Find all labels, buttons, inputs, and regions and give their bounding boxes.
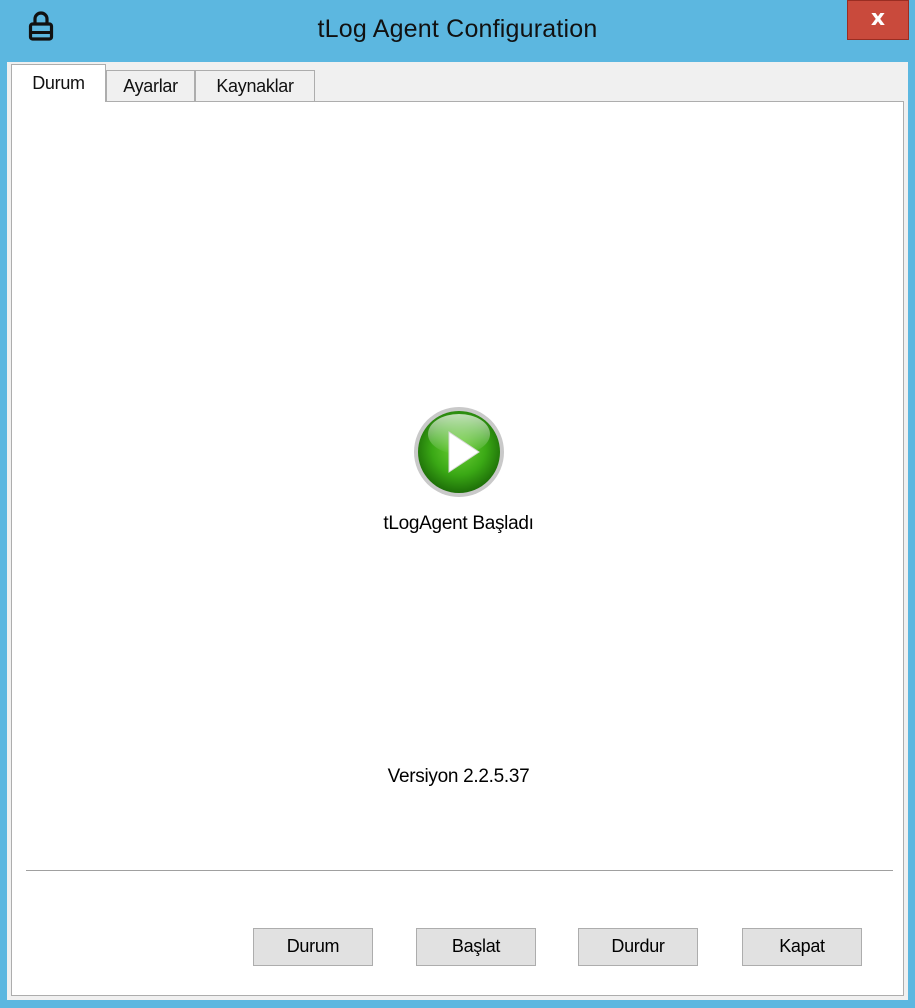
durum-button[interactable]: Durum: [253, 928, 373, 966]
config-window: tLog Agent Configuration x Durum Ayarlar…: [0, 0, 915, 1008]
title-bar[interactable]: tLog Agent Configuration x: [0, 0, 915, 62]
tab-strip: Durum Ayarlar Kaynaklar: [7, 62, 908, 106]
client-area: Durum Ayarlar Kaynaklar tLogAgent Başlad…: [7, 62, 908, 1000]
version-label: Versiyon 2.2.5.37: [387, 766, 530, 787]
close-button[interactable]: x: [847, 0, 909, 40]
durdur-button[interactable]: Durdur: [578, 928, 698, 966]
divider: [26, 870, 893, 872]
status-panel: tLogAgent Başladı Versiyon 2.2.5.37 Duru…: [11, 101, 904, 996]
baslat-button[interactable]: Başlat: [416, 928, 536, 966]
tab-ayarlar[interactable]: Ayarlar: [106, 70, 195, 102]
tab-durum[interactable]: Durum: [11, 64, 106, 102]
status-text: tLogAgent Başladı: [383, 513, 534, 534]
tab-kaynaklar[interactable]: Kaynaklar: [195, 70, 315, 102]
window-title: tLog Agent Configuration: [317, 15, 598, 43]
play-icon: [414, 407, 504, 497]
kapat-button[interactable]: Kapat: [742, 928, 862, 966]
